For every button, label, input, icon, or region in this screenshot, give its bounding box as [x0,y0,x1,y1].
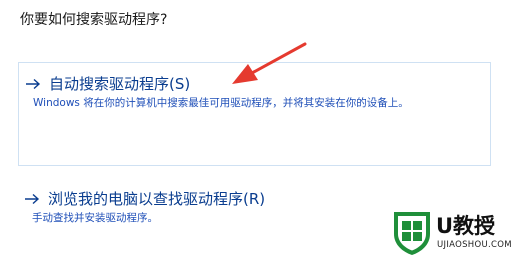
auto-search-description: Windows 将在你的计算机中搜索最佳可用驱动程序，并将其安装在你的设备上。 [33,97,409,109]
auto-search-option[interactable]: 自动搜索驱动程序(S) Windows 将在你的计算机中搜索最佳可用驱动程序，并… [18,62,491,166]
watermark-text: U教授 [436,214,496,238]
driver-search-dialog: 你要如何搜索驱动程序? 自动搜索驱动程序(S) Windows 将在你的计算机中… [0,0,511,265]
browse-computer-description: 手动查找并安装驱动程序。 [32,212,158,224]
dialog-question: 你要如何搜索驱动程序? [20,12,168,28]
watermark-url: UJIAOSHOU.COM [437,240,511,250]
arrow-right-icon [26,78,41,90]
watermark-logo-icon [394,212,430,255]
browse-computer-title[interactable]: 浏览我的电脑以查找驱动程序(R) [48,188,265,210]
browse-computer-header: 浏览我的电脑以查找驱动程序(R) [24,188,265,210]
auto-search-title[interactable]: 自动搜索驱动程序(S) [49,73,190,95]
auto-search-header: 自动搜索驱动程序(S) [25,73,190,95]
arrow-right-icon [25,193,40,205]
watermark: U教授 UJIAOSHOU.COM [390,208,511,258]
